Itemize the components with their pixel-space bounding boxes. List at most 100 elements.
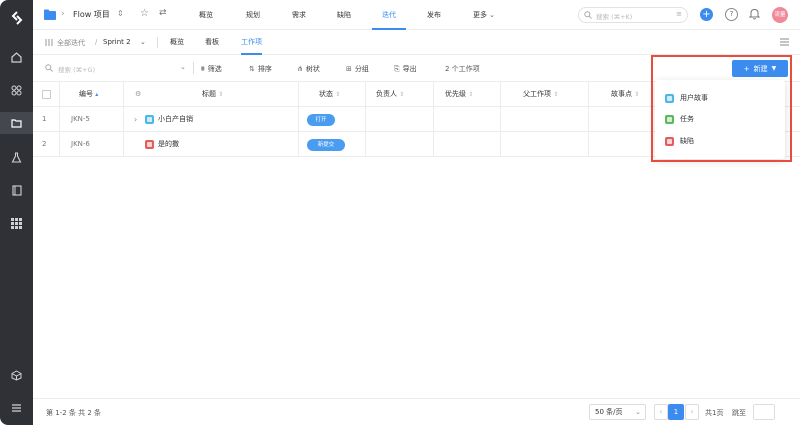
column-priority[interactable]: 优先级 ⇕ (445, 82, 473, 107)
filter-icon: ⩩ (201, 64, 205, 73)
help-icon[interactable]: ? (725, 8, 738, 21)
next-page-button[interactable]: › (685, 404, 699, 420)
status-badge[interactable]: 打开 (307, 114, 335, 126)
global-search[interactable]: 搜索 (⌘+K) ≡ (578, 7, 688, 23)
export-button[interactable]: ⎘ 导出 (394, 63, 417, 75)
nav-releases[interactable]: 发布 (421, 0, 447, 30)
nav-requirements[interactable]: 需求 (286, 0, 312, 30)
menu-icon[interactable] (0, 397, 33, 419)
total-count: 第 1-2 条 共 2 条 (46, 409, 102, 417)
home-icon[interactable] (0, 46, 33, 68)
jump-label: 跳至 (732, 409, 746, 417)
work-item-id[interactable]: JKN-6 (71, 132, 90, 157)
sort-icon: ⇕ (335, 91, 341, 98)
column-story-points[interactable]: 故事点 ⇕ (611, 82, 639, 107)
apps-icon[interactable] (0, 79, 33, 101)
chevron-down-icon[interactable]: ⌄ (180, 63, 186, 71)
column-settings-icon[interactable]: ⚙ (135, 82, 141, 107)
sort-icon: ▴ (95, 91, 99, 98)
tab-work-items[interactable]: 工作项 (241, 30, 262, 55)
iteration-list-icon (45, 38, 54, 49)
chevron-down-icon[interactable]: ⌄ (140, 38, 146, 46)
column-title-label: 标题 (202, 90, 216, 98)
column-id[interactable]: 编号 ▴ (79, 82, 98, 107)
sort-icon: ⇅ (249, 65, 255, 73)
flask-icon[interactable] (0, 146, 33, 168)
project-switch-icon[interactable]: ⇕ (117, 9, 124, 18)
group-icon: ⊞ (346, 65, 352, 73)
tab-board[interactable]: 看板 (205, 30, 219, 55)
sub-bar: 全部迭代 / Sprint 2 ⌄ 概览 看板 工作项 (33, 30, 800, 55)
row-index: 2 (42, 140, 47, 148)
jump-page-input[interactable] (753, 404, 775, 420)
swap-icon[interactable]: ⇄ (159, 8, 167, 18)
list-view-icon[interactable] (780, 38, 789, 48)
sort-icon: ⇕ (468, 91, 474, 98)
filter-label: 筛选 (207, 65, 222, 73)
left-rail (0, 0, 33, 425)
current-page-button[interactable]: 1 (668, 404, 684, 420)
create-plus-icon[interactable]: + (700, 8, 713, 21)
column-parent[interactable]: 父工作项 ⇕ (523, 82, 558, 107)
row-index: 1 (42, 115, 47, 123)
project-icon (44, 9, 56, 20)
chevron-down-icon: ⌄ (635, 408, 641, 416)
breadcrumb-separator: / (95, 38, 98, 46)
search-placeholder: 搜索 (⌘+G) (58, 66, 96, 74)
breadcrumb-all-iterations[interactable]: 全部迭代 (57, 38, 85, 48)
book-icon[interactable] (0, 179, 33, 201)
export-icon: ⎘ (394, 64, 400, 73)
select-all-checkbox[interactable] (42, 90, 51, 99)
column-title[interactable]: 标题 ⇕ (202, 82, 223, 107)
bell-icon[interactable] (748, 8, 761, 22)
project-name[interactable]: Flow 项目 (73, 9, 110, 20)
prev-page-button[interactable]: ‹ (654, 404, 668, 420)
page-size-select[interactable]: 50 条/页 ⌄ (589, 404, 646, 420)
nav-overview[interactable]: 概览 (193, 0, 219, 30)
breadcrumb-sprint[interactable]: Sprint 2 (103, 38, 131, 46)
sort-icon: ⇕ (553, 91, 559, 98)
status-badge[interactable]: 新提交 (307, 139, 345, 151)
column-story-points-label: 故事点 (611, 90, 632, 98)
logo-icon[interactable] (0, 7, 33, 29)
pagination-footer: 第 1-2 条 共 2 条 50 条/页 ⌄ ‹ 1 › 共1页 跳至 (33, 398, 800, 425)
work-item-id[interactable]: JKN-5 (71, 107, 90, 132)
tree-view-button[interactable]: ⋔ 树状 (297, 63, 320, 75)
column-assignee[interactable]: 负责人 ⇕ (376, 82, 404, 107)
filter-icon[interactable]: ≡ (676, 10, 682, 18)
top-bar: › Flow 项目 ⇕ ☆ ⇄ 概览 规划 需求 缺陷 迭代 发布 更多 ⌄ 搜… (33, 0, 800, 30)
nav-defects[interactable]: 缺陷 (331, 0, 357, 30)
expand-chevron-icon[interactable]: › (134, 107, 137, 132)
tab-overview[interactable]: 概览 (170, 30, 184, 55)
search-icon (584, 11, 592, 19)
cube-icon[interactable] (0, 364, 33, 386)
folder-icon[interactable] (0, 112, 33, 134)
nav-more[interactable]: 更多 ⌄ (467, 0, 501, 30)
column-status[interactable]: 状态 ⇕ (319, 82, 340, 107)
column-id-label: 编号 (79, 90, 93, 98)
nav-planning[interactable]: 规划 (240, 0, 266, 30)
work-item-title[interactable]: 小白产自销 (158, 107, 193, 132)
column-priority-label: 优先级 (445, 90, 466, 98)
group-label: 分组 (354, 65, 369, 73)
sort-button[interactable]: ⇅ 排序 (249, 63, 272, 75)
column-parent-label: 父工作项 (523, 90, 551, 98)
search-icon (45, 64, 53, 72)
chevron-down-icon: ⌄ (486, 11, 496, 19)
star-icon[interactable]: ☆ (140, 8, 149, 19)
work-item-search[interactable]: 搜索 (⌘+G) ⌄ (39, 60, 189, 77)
work-item-title[interactable]: 是的撒 (158, 132, 179, 157)
chevron-right-icon: › (61, 9, 65, 19)
column-status-label: 状态 (319, 90, 333, 98)
group-button[interactable]: ⊞ 分组 (346, 63, 369, 75)
filter-button[interactable]: ⩩ 筛选 (201, 63, 222, 75)
sort-icon: ⇕ (634, 91, 640, 98)
avatar[interactable]: 流量 (772, 7, 788, 23)
user-story-icon (145, 115, 154, 124)
grid-icon[interactable] (0, 212, 33, 234)
sort-label: 排序 (257, 65, 272, 73)
nav-more-label: 更多 (472, 11, 487, 19)
nav-iterations[interactable]: 迭代 (372, 0, 406, 30)
highlight-annotation-box (651, 55, 792, 162)
work-item-count: 2 个工作项 (445, 65, 480, 73)
